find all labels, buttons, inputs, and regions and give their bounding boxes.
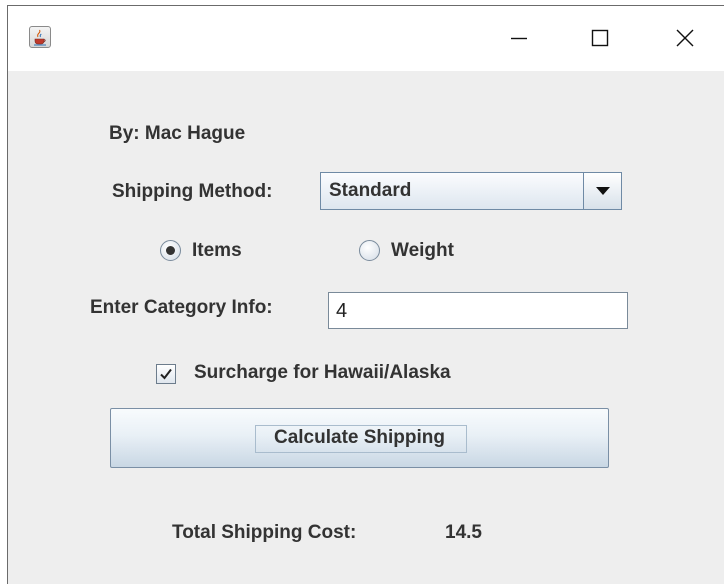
checkmark-icon [160,368,172,380]
calculate-shipping-button[interactable]: Calculate Shipping [110,408,609,468]
surcharge-label[interactable]: Surcharge for Hawaii/Alaska [194,361,451,385]
app-window: By: Mac Hague Shipping Method: Standard … [7,5,724,584]
calculate-shipping-label: Calculate Shipping [273,427,446,448]
category-info-label: Enter Category Info: [90,297,273,318]
close-button[interactable] [662,15,708,61]
radio-items-label[interactable]: Items [192,239,242,263]
shipping-method-value: Standard [329,180,412,201]
radio-weight[interactable] [359,240,380,261]
author-label: By: Mac Hague [109,123,246,144]
maximize-icon [591,29,609,47]
title-bar[interactable] [8,6,724,71]
shipping-method-label: Shipping Method: [112,181,273,202]
total-cost-value: 14.5 [445,522,482,543]
close-icon [676,29,694,47]
radio-selected-dot [166,246,175,255]
minimize-button[interactable] [496,15,542,61]
radio-items[interactable] [160,240,181,261]
chevron-down-icon[interactable] [583,173,621,209]
minimize-icon [511,37,527,40]
shipping-method-dropdown[interactable]: Standard [320,172,622,210]
surcharge-checkbox[interactable] [156,364,176,384]
java-cup-icon[interactable] [29,26,51,48]
category-info-input[interactable]: 4 [328,292,628,329]
category-info-value: 4 [336,300,348,322]
radio-weight-label[interactable]: Weight [391,239,454,263]
total-cost-label: Total Shipping Cost: [172,522,357,543]
maximize-button[interactable] [577,15,623,61]
